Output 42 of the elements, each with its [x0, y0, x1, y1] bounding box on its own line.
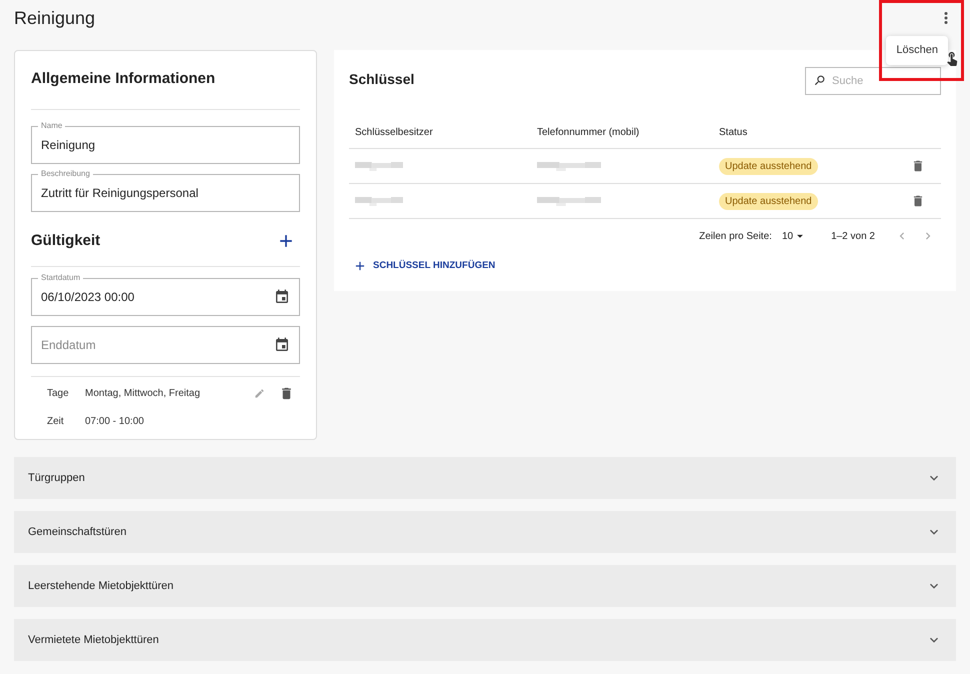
rows-per-page-select[interactable]: 10 [782, 228, 808, 244]
more-menu-button[interactable] [944, 12, 948, 24]
blurred-text [355, 160, 403, 172]
column-header: Status [719, 126, 748, 140]
schedule-value: Montag, Mittwoch, Freitag [85, 386, 202, 400]
field-label: Beschreibung [38, 168, 93, 180]
accordion-header[interactable]: Gemeinschaftstüren [14, 511, 956, 553]
schedule-label: Tage [47, 386, 70, 400]
delete-icon[interactable] [279, 386, 294, 400]
field-value: Reinigung [41, 136, 96, 154]
date-field[interactable]: Enddatum [31, 326, 300, 364]
page-title: Reinigung [14, 6, 96, 30]
delete-icon[interactable] [911, 159, 925, 173]
field-value: 06/10/2023 00:00 [41, 289, 134, 306]
schedule-label: Zeit [47, 414, 65, 428]
card-title: Schlüssel [349, 70, 414, 89]
delete-icon[interactable] [911, 194, 925, 208]
page-range: 1–2 von 2 [831, 230, 875, 244]
blurred-text [537, 195, 601, 207]
status-badge: Update ausstehend [719, 192, 818, 210]
rows-per-page-label: Zeilen pro Seite: [699, 230, 772, 244]
field-value: Zutritt für Reinigungspersonal [41, 184, 198, 202]
search-field[interactable]: Suche [805, 67, 941, 95]
accordion-header[interactable]: Leerstehende Mietobjekttüren [14, 565, 956, 607]
status-badge: Update ausstehend [719, 158, 818, 174]
field-placeholder: Enddatum [41, 336, 241, 354]
column-header: Schlüsselbesitzer [355, 126, 434, 140]
card-title: Allgemeine Informationen [31, 68, 300, 110]
more-icon [944, 12, 948, 24]
schedule-value: 07:00 - 10:00 [85, 414, 145, 428]
menu-item[interactable]: Löschen [886, 40, 948, 60]
calendar-icon[interactable] [274, 337, 290, 353]
add-key-button[interactable]: SCHLÜSSEL HINZUFÜGEN [353, 259, 496, 274]
calendar-icon[interactable] [274, 289, 290, 305]
blurred-text [355, 195, 403, 207]
search-icon [813, 74, 826, 87]
field-label: Name [38, 120, 66, 132]
blurred-text [537, 160, 601, 172]
accordion-header[interactable]: Türgruppen [14, 457, 956, 499]
accordion-header[interactable]: Vermietete Mietobjekttüren [14, 619, 956, 661]
column-header: Telefonnummer (mobil) [537, 126, 640, 140]
section-title: Gültigkeit [31, 230, 100, 250]
